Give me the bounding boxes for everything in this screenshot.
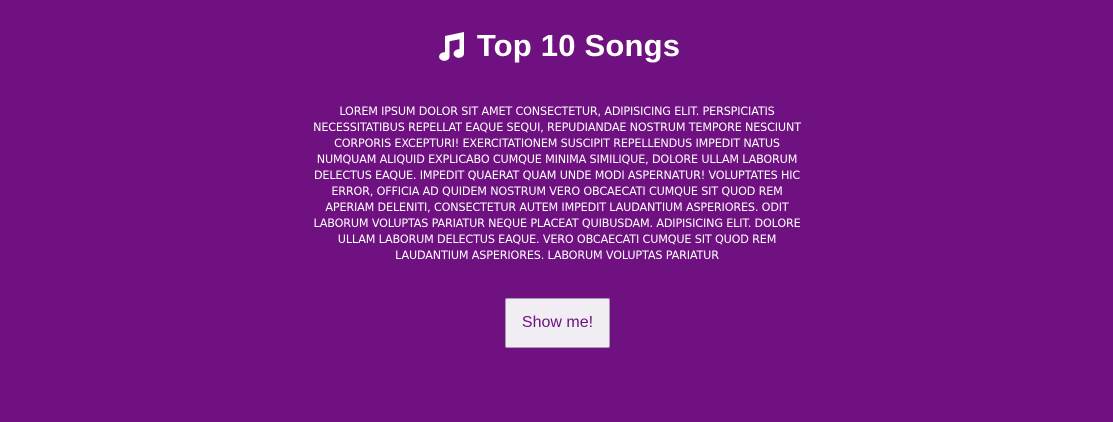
page-title: Top 10 Songs: [476, 28, 681, 63]
show-me-button[interactable]: Show me!: [505, 298, 610, 348]
music-note-icon: [433, 29, 467, 63]
page: Top 10 Songs Lorem ipsum dolor sit amet …: [0, 0, 1113, 422]
header: Top 10 Songs: [0, 28, 1113, 64]
description-text: Lorem ipsum dolor sit amet consectetur, …: [313, 105, 801, 262]
